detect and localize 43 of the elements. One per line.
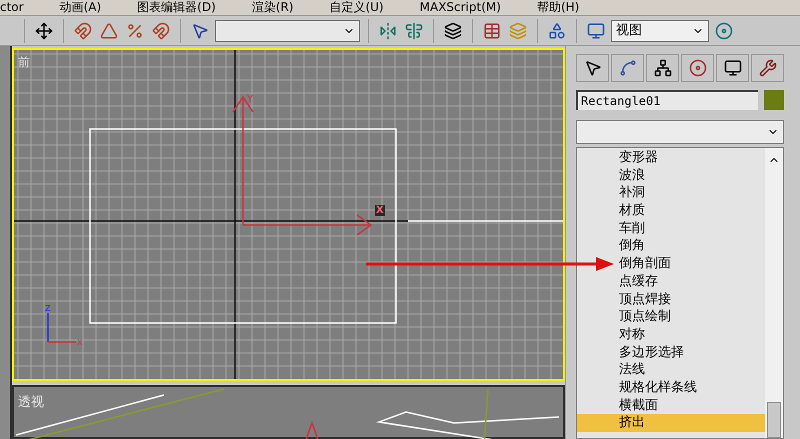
gizmo-y-label: Y (247, 94, 254, 105)
rectangle-shape[interactable] (89, 128, 397, 324)
scrollbar[interactable] (765, 148, 783, 438)
menu-item[interactable]: 图表编辑器(D) (137, 0, 216, 15)
modifier-item[interactable]: 规格化样条线 (577, 378, 765, 397)
modifier-item[interactable]: 变形器 (577, 149, 765, 167)
menu-item[interactable]: ctor (0, 0, 24, 15)
hierarchy-tab-icon[interactable] (646, 54, 679, 82)
modifier-item[interactable]: 材质 (577, 202, 765, 220)
display-tab-icon[interactable] (716, 54, 749, 82)
front-viewport[interactable]: Y Z X 前 X (12, 48, 565, 381)
menu-item[interactable]: 自定义(U) (329, 0, 384, 15)
object-color-swatch[interactable] (764, 90, 784, 110)
menu-item[interactable]: 渲染(R) (252, 0, 294, 15)
modifier-item[interactable]: 对称 (577, 326, 765, 344)
modifier-item[interactable]: 车削 (577, 220, 765, 238)
curve-tab-icon[interactable] (611, 54, 644, 82)
modifier-item[interactable]: 倒角剖面 (577, 255, 765, 273)
modifier-item[interactable]: 顶点绘制 (577, 308, 765, 326)
menu-item[interactable]: MAXScript(M) (420, 0, 501, 15)
modifier-item[interactable]: 顶点焊接 (577, 290, 765, 308)
move-gizmo[interactable] (232, 96, 372, 236)
modifier-item[interactable]: 补洞 (577, 184, 765, 202)
scrollbar-thumb[interactable] (767, 402, 781, 438)
utilities-tab-icon[interactable] (751, 54, 784, 82)
modifier-item[interactable]: 点缓存 (577, 272, 765, 290)
menu-item[interactable]: 动画(A) (60, 0, 102, 15)
object-name-field[interactable]: Rectangle01 (576, 90, 758, 110)
tripod-x-label: X (77, 338, 82, 347)
menu-item[interactable]: 帮助(H) (536, 0, 580, 15)
modifier-item[interactable]: 多边形选择 (577, 344, 765, 362)
gizmo-x-label: X (375, 205, 385, 216)
axis-tripod (47, 313, 76, 343)
tripod-z-label: Z (45, 304, 50, 313)
modifier-item[interactable]: 横截面 (577, 396, 765, 414)
modifier-item[interactable]: 挤出 (577, 414, 765, 432)
selection-set-dropdown[interactable] (215, 20, 360, 42)
create-tab-icon[interactable] (576, 54, 609, 82)
modifier-item[interactable]: 法线 (577, 361, 765, 379)
modifier-item[interactable]: 波浪 (577, 166, 765, 184)
viewport-dropdown[interactable]: 视图 (611, 20, 709, 42)
modifier-list-dropdown[interactable] (576, 120, 784, 144)
modifier-item[interactable]: 倒角 (577, 237, 765, 256)
